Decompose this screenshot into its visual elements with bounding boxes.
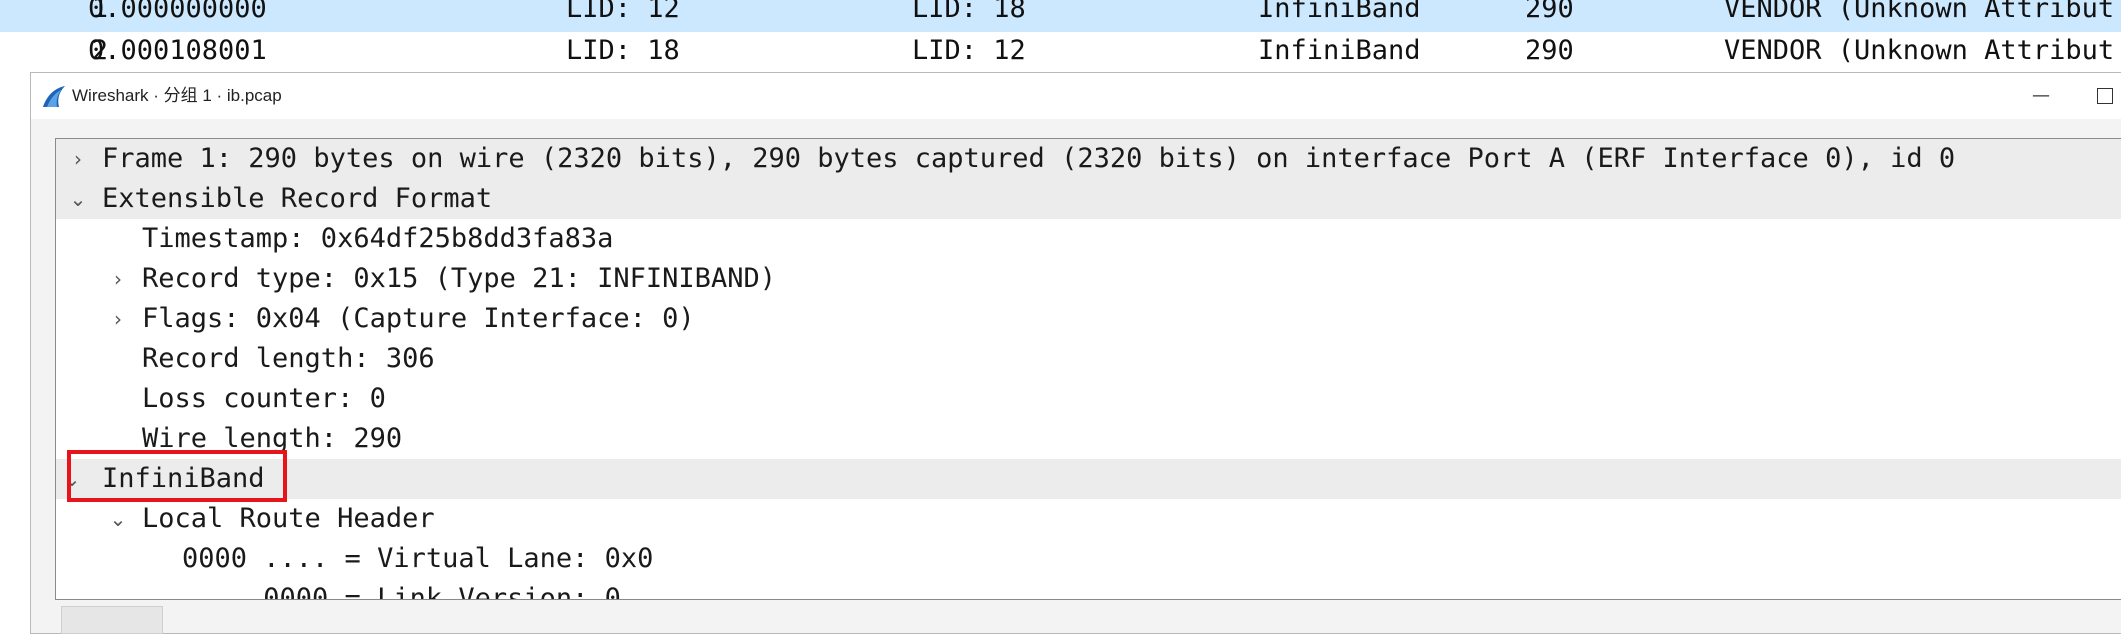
packet-source: LID: 12 — [566, 0, 680, 24]
bytes-pane-tab[interactable] — [61, 606, 163, 634]
tree-item-flags[interactable]: › Flags: 0x04 (Capture Interface: 0) — [56, 299, 2121, 339]
packet-list: 1 0.000000000 LID: 12 LID: 18 InfiniBand… — [0, 0, 2121, 80]
packet-row-1[interactable]: 1 0.000000000 LID: 12 LID: 18 InfiniBand… — [0, 0, 2121, 32]
chevron-down-icon[interactable]: ⌄ — [62, 459, 82, 499]
packet-time: 0.000000000 — [88, 0, 267, 24]
bytes-pane-strip — [55, 601, 2121, 631]
tree-item-record-type[interactable]: › Record type: 0x15 (Type 21: INFINIBAND… — [56, 259, 2121, 299]
packet-protocol: InfiniBand — [1258, 0, 1421, 24]
chevron-right-icon[interactable]: › — [68, 139, 88, 179]
packet-detail-tree[interactable]: › Frame 1: 290 bytes on wire (2320 bits)… — [55, 138, 2121, 600]
tree-item-frame[interactable]: › Frame 1: 290 bytes on wire (2320 bits)… — [56, 139, 2121, 179]
wireshark-fin-icon — [41, 85, 67, 109]
tree-item-label: Record type: 0x15 (Type 21: INFINIBAND) — [142, 263, 776, 294]
tree-item-record-length[interactable]: Record length: 306 — [56, 339, 2121, 379]
tree-item-erf[interactable]: ⌄ Extensible Record Format — [56, 179, 2121, 219]
tree-item-link-version[interactable]: .... 0000 = Link Version: 0 — [56, 579, 2121, 600]
tree-item-label: Frame 1: 290 bytes on wire (2320 bits), … — [102, 143, 1956, 174]
chevron-right-icon[interactable]: › — [108, 259, 128, 299]
packet-info: VENDOR (Unknown Attribut — [1724, 35, 2115, 66]
chevron-down-icon[interactable]: ⌄ — [68, 179, 88, 219]
maximize-icon — [2097, 88, 2113, 104]
tree-item-label: .... 0000 = Link Version: 0 — [182, 583, 621, 600]
packet-destination: LID: 18 — [912, 0, 1026, 24]
packet-info: VENDOR (Unknown Attribut — [1724, 0, 2115, 24]
window-titlebar[interactable]: Wireshark · 分组 1 · ib.pcap — — [31, 73, 2121, 119]
minimize-button[interactable]: — — [2021, 81, 2061, 111]
packet-detail-window: Wireshark · 分组 1 · ib.pcap — › Frame 1: … — [30, 72, 2121, 634]
tree-item-virtual-lane[interactable]: 0000 .... = Virtual Lane: 0x0 — [56, 539, 2121, 579]
tree-item-label: 0000 .... = Virtual Lane: 0x0 — [182, 543, 654, 574]
tree-item-label: Record length: 306 — [142, 343, 435, 374]
maximize-button[interactable] — [2085, 81, 2121, 111]
packet-destination: LID: 12 — [912, 35, 1026, 66]
tree-item-local-route-header[interactable]: ⌄ Local Route Header — [56, 499, 2121, 539]
tree-item-wire-length[interactable]: Wire length: 290 — [56, 419, 2121, 459]
tree-item-label: Extensible Record Format — [102, 183, 493, 214]
window-title: Wireshark · 分组 1 · ib.pcap — [72, 86, 282, 105]
packet-time: 0.000108001 — [88, 35, 267, 66]
tree-item-loss-counter[interactable]: Loss counter: 0 — [56, 379, 2121, 419]
packet-length: 290 — [1525, 0, 1574, 24]
tree-item-label: Wire length: 290 — [142, 423, 403, 454]
packet-protocol: InfiniBand — [1258, 35, 1421, 66]
tree-item-label: Loss counter: 0 — [142, 383, 386, 414]
tree-item-label: InfiniBand — [102, 463, 265, 494]
packet-source: LID: 18 — [566, 35, 680, 66]
tree-item-label: Timestamp: 0x64df25b8dd3fa83a — [142, 223, 614, 254]
tree-item-timestamp[interactable]: Timestamp: 0x64df25b8dd3fa83a — [56, 219, 2121, 259]
packet-row-2[interactable]: 2 0.000108001 LID: 18 LID: 12 InfiniBand… — [0, 36, 2121, 74]
tree-item-infiniband[interactable]: ⌄ InfiniBand — [56, 459, 2121, 499]
tree-item-label: Flags: 0x04 (Capture Interface: 0) — [142, 303, 695, 334]
packet-length: 290 — [1525, 35, 1574, 66]
chevron-right-icon[interactable]: › — [108, 299, 128, 339]
tree-item-label: Local Route Header — [142, 503, 435, 534]
chevron-down-icon[interactable]: ⌄ — [108, 499, 128, 539]
